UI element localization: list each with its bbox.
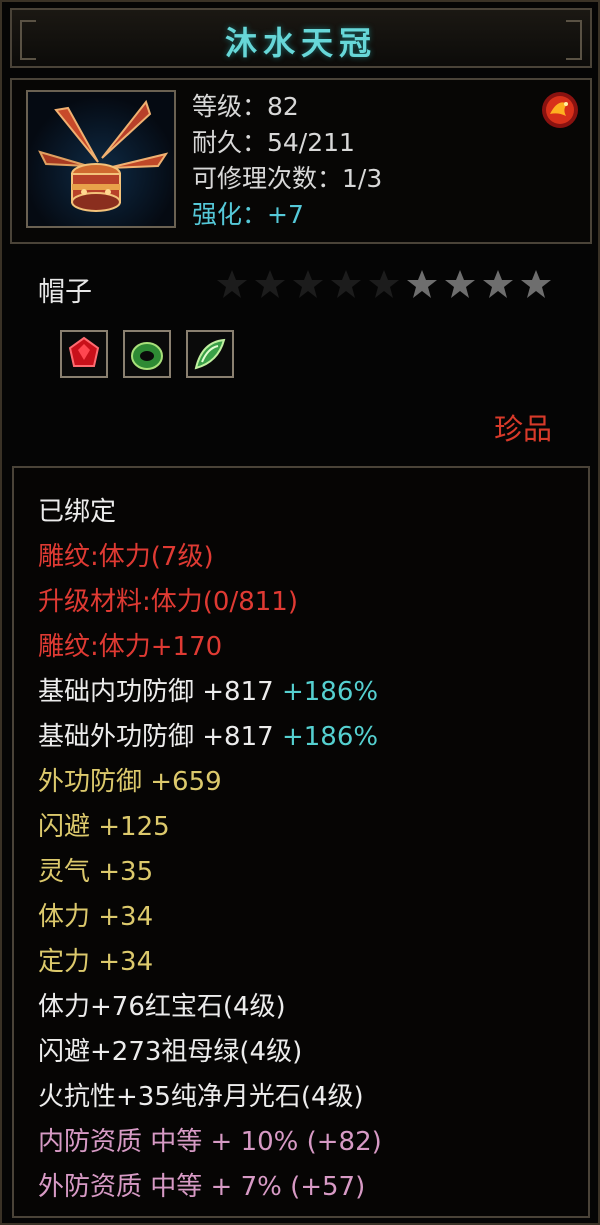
level-text: 等级：82 — [192, 92, 299, 121]
green-moonstone-icon[interactable] — [186, 330, 234, 378]
repair-count-text: 可修理次数：1/3 — [192, 164, 383, 193]
engrave-line: 雕纹:体力(7级) — [38, 542, 214, 572]
item-tooltip: 沐水天冠 等级：82 耐久：54/211 可修理次数：1/3 强化：+7 帽子 … — [0, 0, 600, 1225]
item-name: 沐水天冠 — [224, 24, 377, 62]
attributes-section: 已绑定 雕纹:体力(7级) 升级材料:体力(0/811) 雕纹:体力+170 基… — [12, 466, 590, 1218]
spirit-line: 灵气 +35 — [38, 857, 154, 887]
focus-line: 定力 +34 — [38, 947, 154, 977]
star-lit-icon — [521, 270, 551, 298]
star-rating — [216, 268, 552, 300]
engrave-bonus-line: 雕纹:体力+170 — [38, 632, 223, 662]
star-dim-icon — [369, 270, 399, 298]
base-outer-defense-value: 基础外功防御 +817 — [38, 722, 274, 752]
star-dim-icon — [293, 270, 323, 298]
base-inner-defense-percent: +186% — [281, 677, 379, 707]
star-dim-icon — [217, 270, 247, 298]
enhance-text: 强化：+7 — [192, 200, 304, 229]
gem-bonus-line-2: 闪避+273祖母绿(4级) — [38, 1037, 303, 1067]
item-info-section: 等级：82 耐久：54/211 可修理次数：1/3 强化：+7 — [10, 78, 592, 244]
outer-defense-line: 外功防御 +659 — [38, 767, 222, 797]
star-lit-icon — [407, 270, 437, 298]
hat-item-icon[interactable] — [26, 90, 176, 228]
gem-bonus-line-1: 体力+76红宝石(4级) — [38, 992, 286, 1022]
dragon-emblem-icon — [540, 90, 580, 130]
inner-quality-line: 内防资质 中等 + 10% (+82) — [38, 1127, 382, 1157]
dodge-line: 闪避 +125 — [38, 812, 170, 842]
item-type-label: 帽子 — [38, 277, 92, 308]
base-outer-defense-percent: +186% — [281, 722, 379, 752]
outer-quality-line: 外防资质 中等 + 7% (+57) — [38, 1172, 366, 1202]
base-inner-defense-value: 基础内功防御 +817 — [38, 677, 274, 707]
gem-bonus-line-3: 火抗性+35纯净月光石(4级) — [38, 1082, 364, 1112]
title-bar: 沐水天冠 — [10, 8, 592, 68]
upgrade-material-line: 升级材料:体力(0/811) — [38, 587, 298, 617]
green-emerald-ring-icon[interactable] — [123, 330, 171, 378]
rarity-label: 珍品 — [493, 412, 552, 446]
durability-text: 耐久：54/211 — [192, 128, 355, 157]
star-dim-icon — [255, 270, 285, 298]
star-lit-icon — [483, 270, 513, 298]
star-dim-icon — [331, 270, 361, 298]
red-ruby-icon[interactable] — [60, 330, 108, 378]
stamina-line: 体力 +34 — [38, 902, 154, 932]
star-lit-icon — [445, 270, 475, 298]
base-outer-defense-line: 基础外功防御 +817 +186% — [38, 717, 378, 757]
bound-status: 已绑定 — [38, 497, 117, 527]
base-inner-defense-line: 基础内功防御 +817 +186% — [38, 672, 378, 712]
